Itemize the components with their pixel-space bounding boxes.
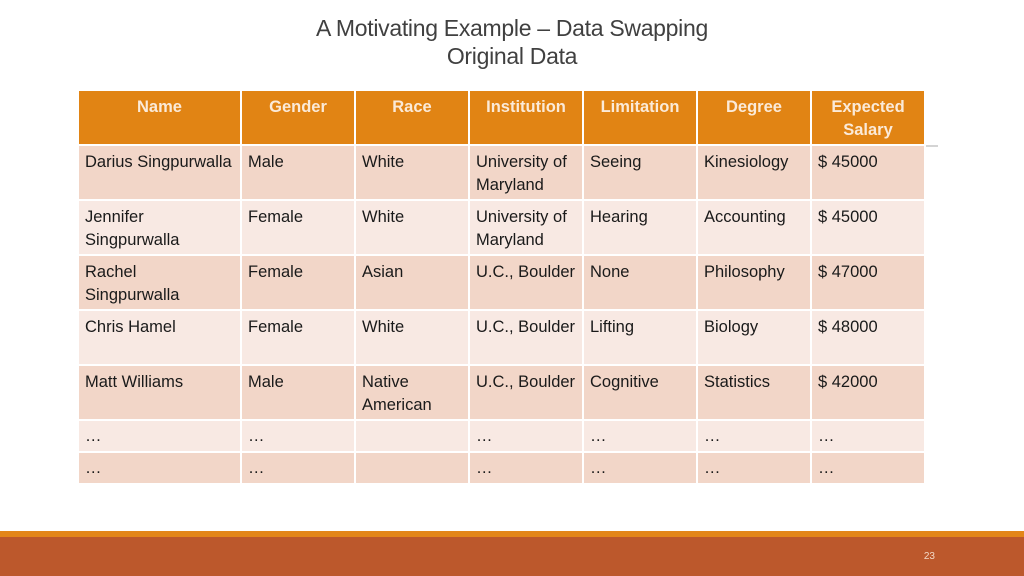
cell-degree: Accounting <box>696 199 812 256</box>
column-header-gender: Gender <box>240 89 356 146</box>
cell-gender: … <box>240 451 356 485</box>
table-row: Rachel Singpurwalla Female Asian U.C., B… <box>77 254 926 311</box>
cell-degree: … <box>696 451 812 485</box>
cell-salary: … <box>810 451 926 485</box>
column-header-degree: Degree <box>696 89 812 146</box>
cell-institution: University of Maryland <box>468 199 584 256</box>
cell-institution: U.C., Boulder <box>468 309 584 366</box>
slide-title-line2: Original Data <box>446 43 578 69</box>
cell-salary: $ 45000 <box>810 199 926 256</box>
cell-salary: $ 47000 <box>810 254 926 311</box>
table-row: Darius Singpurwalla Male White Universit… <box>77 144 926 201</box>
data-table: Name Gender Race Institution Limitation … <box>77 89 926 485</box>
cell-race: White <box>354 144 470 201</box>
cell-institution: … <box>468 419 584 453</box>
slide-footer: 23 <box>0 537 1024 576</box>
cell-gender: … <box>240 419 356 453</box>
cell-limitation: Lifting <box>582 309 698 366</box>
slide-title-line1: A Motivating Example – Data Swapping <box>316 15 708 41</box>
cell-salary: $ 45000 <box>810 144 926 201</box>
cell-race <box>354 419 470 453</box>
cell-name: Darius Singpurwalla <box>77 144 242 201</box>
cell-race: Asian <box>354 254 470 311</box>
table-row-ellipsis: … … … … … … <box>77 451 926 485</box>
cell-limitation: Cognitive <box>582 364 698 421</box>
cell-institution: … <box>468 451 584 485</box>
cell-salary: $ 42000 <box>810 364 926 421</box>
cell-race <box>354 451 470 485</box>
cell-name: … <box>77 451 242 485</box>
cell-limitation: None <box>582 254 698 311</box>
cell-name: Rachel Singpurwalla <box>77 254 242 311</box>
column-header-institution: Institution <box>468 89 584 146</box>
cell-salary: … <box>810 419 926 453</box>
cell-race: Native American <box>354 364 470 421</box>
cell-gender: Female <box>240 199 356 256</box>
cell-salary: $ 48000 <box>810 309 926 366</box>
cell-name: Jennifer Singpurwalla <box>77 199 242 256</box>
cell-name: … <box>77 419 242 453</box>
cell-gender: Male <box>240 144 356 201</box>
cell-degree: Kinesiology <box>696 144 812 201</box>
cell-gender: Female <box>240 254 356 311</box>
table-row-ellipsis: … … … … … … <box>77 419 926 453</box>
table-row: Matt Williams Male Native American U.C.,… <box>77 364 926 421</box>
cell-gender: Male <box>240 364 356 421</box>
cell-degree: Biology <box>696 309 812 366</box>
table-row: Chris Hamel Female White U.C., Boulder L… <box>77 309 926 366</box>
cell-degree: … <box>696 419 812 453</box>
cell-institution: University of Maryland <box>468 144 584 201</box>
cell-institution: U.C., Boulder <box>468 254 584 311</box>
cell-limitation: Seeing <box>582 144 698 201</box>
cell-gender: Female <box>240 309 356 366</box>
cell-limitation: … <box>582 451 698 485</box>
column-header-name: Name <box>77 89 242 146</box>
slide-title: A Motivating Example – Data Swapping Ori… <box>0 14 1024 70</box>
table-row: Jennifer Singpurwalla Female White Unive… <box>77 199 926 256</box>
cell-institution: U.C., Boulder <box>468 364 584 421</box>
cell-degree: Statistics <box>696 364 812 421</box>
cell-degree: Philosophy <box>696 254 812 311</box>
column-header-limitation: Limitation <box>582 89 698 146</box>
cell-race: White <box>354 309 470 366</box>
cell-name: Matt Williams <box>77 364 242 421</box>
page-number: 23 <box>923 551 935 562</box>
cell-name: Chris Hamel <box>77 309 242 366</box>
column-header-race: Race <box>354 89 470 146</box>
column-header-expected-salary: Expected Salary <box>810 89 926 146</box>
table-header-row: Name Gender Race Institution Limitation … <box>77 89 926 146</box>
cell-race: White <box>354 199 470 256</box>
cell-limitation: … <box>582 419 698 453</box>
cell-limitation: Hearing <box>582 199 698 256</box>
